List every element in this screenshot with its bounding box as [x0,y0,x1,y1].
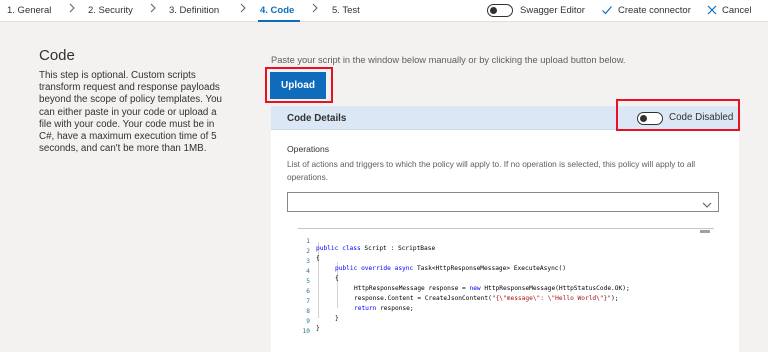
code-line: 6 response.Content = CreateJsonContent("… [306,288,619,302]
code-toggle-highlight-box [616,99,740,131]
step-code[interactable]: 4. Code [260,5,294,16]
swagger-editor-toggle[interactable] [487,4,513,17]
upload-instruction: Paste your script in the window below ma… [271,55,626,65]
page-title: Code [39,47,75,64]
editor-divider [298,228,714,229]
step-definition[interactable]: 3. Definition [169,5,219,16]
code-line: 2 { [306,248,320,262]
chevron-right-icon [311,3,321,17]
editor-scrollbar[interactable] [700,230,710,233]
step-test[interactable]: 5. Test [332,5,360,16]
chevron-right-icon [149,3,159,17]
create-connector-button[interactable]: Create connector [618,5,691,16]
code-details-panel: Code Details Code Disabled Operations Li… [271,106,739,352]
code-editor[interactable]: 1 public class Script : ScriptBase 2 { 3… [298,228,714,352]
step-security[interactable]: 2. Security [88,5,133,16]
code-line: 3 public override async Task<HttpRespons… [306,258,566,272]
cancel-button[interactable]: Cancel [722,5,752,16]
code-line: 8 } [306,308,339,322]
code-details-title: Code Details [287,113,347,124]
toggle-knob [490,7,497,14]
chevron-down-icon [702,197,712,208]
code-line: 9 } [306,318,320,332]
code-line: 1 public class Script : ScriptBase [306,238,436,252]
code-line: 4 { [306,268,339,282]
checkmark-icon [601,4,613,16]
code-line: 7 return response; [306,298,414,312]
page-description: This step is optional. Custom scripts tr… [39,70,223,155]
step-general[interactable]: 1. General [7,5,51,16]
swagger-editor-label: Swagger Editor [520,5,585,16]
active-step-indicator [258,20,300,22]
wizard-top-bar: 1. General 2. Security 3. Definition 4. … [0,0,768,22]
chevron-right-icon [239,3,249,17]
operations-description: List of actions and triggers to which th… [287,159,696,182]
operations-label: Operations [287,144,330,154]
code-line: 5 HttpResponseMessage response = new Htt… [306,278,630,292]
upload-highlight-box [265,67,333,103]
chevron-right-icon [68,3,78,17]
operations-dropdown[interactable] [287,192,719,212]
close-icon [706,4,718,16]
code-line: 10 [302,328,310,335]
